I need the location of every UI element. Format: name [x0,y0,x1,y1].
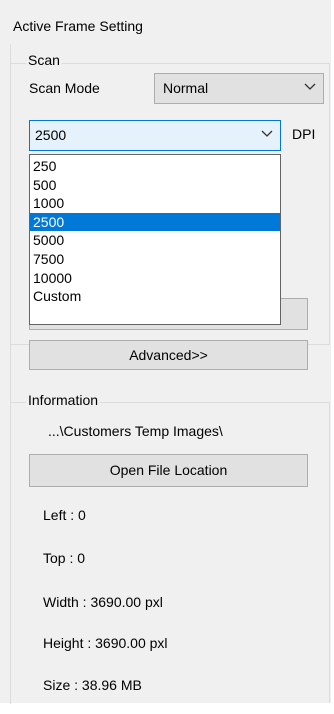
panel-title: Active Frame Setting [13,18,143,34]
advanced-button-label: Advanced>> [129,347,208,363]
dpi-option[interactable]: 7500 [30,250,280,269]
dpi-dropdown[interactable]: 2500 [29,120,281,151]
information-group-label: Information [26,392,101,408]
dpi-option[interactable]: 10000 [30,269,280,288]
dpi-option[interactable]: 1000 [30,194,280,213]
open-file-location-button[interactable]: Open File Location [29,454,308,487]
scan-mode-value: Normal [163,80,209,96]
scan-mode-label: Scan Mode [29,80,100,96]
dpi-option[interactable]: 500 [30,176,280,195]
dpi-option[interactable]: 250 [30,157,280,176]
dpi-option[interactable]: 2500 [30,212,280,232]
dpi-options-list: 250 500 1000 2500 5000 7500 10000 Custom [29,154,281,325]
advanced-button[interactable]: Advanced>> [29,340,308,370]
open-file-location-label: Open File Location [109,462,228,478]
chevron-down-icon [304,83,316,90]
info-height: Height : 3690.00 pxl [43,635,168,651]
file-path: ...\Customers Temp Images\ [48,423,223,439]
chevron-down-icon [261,130,273,137]
info-left: Left : 0 [43,507,86,523]
info-size: Size : 38.96 MB [43,677,142,693]
scan-mode-dropdown[interactable]: Normal [154,73,324,104]
dpi-value: 2500 [35,127,67,143]
active-frame-panel: Active Frame Setting Scan Scan Mode Norm… [0,0,334,714]
dpi-unit-label: DPI [292,126,316,142]
info-width: Width : 3690.00 pxl [43,594,163,610]
info-top: Top : 0 [43,550,86,566]
scan-group-label: Scan [26,52,62,68]
dpi-option[interactable]: 5000 [30,231,280,250]
dpi-option[interactable]: Custom [30,287,280,306]
